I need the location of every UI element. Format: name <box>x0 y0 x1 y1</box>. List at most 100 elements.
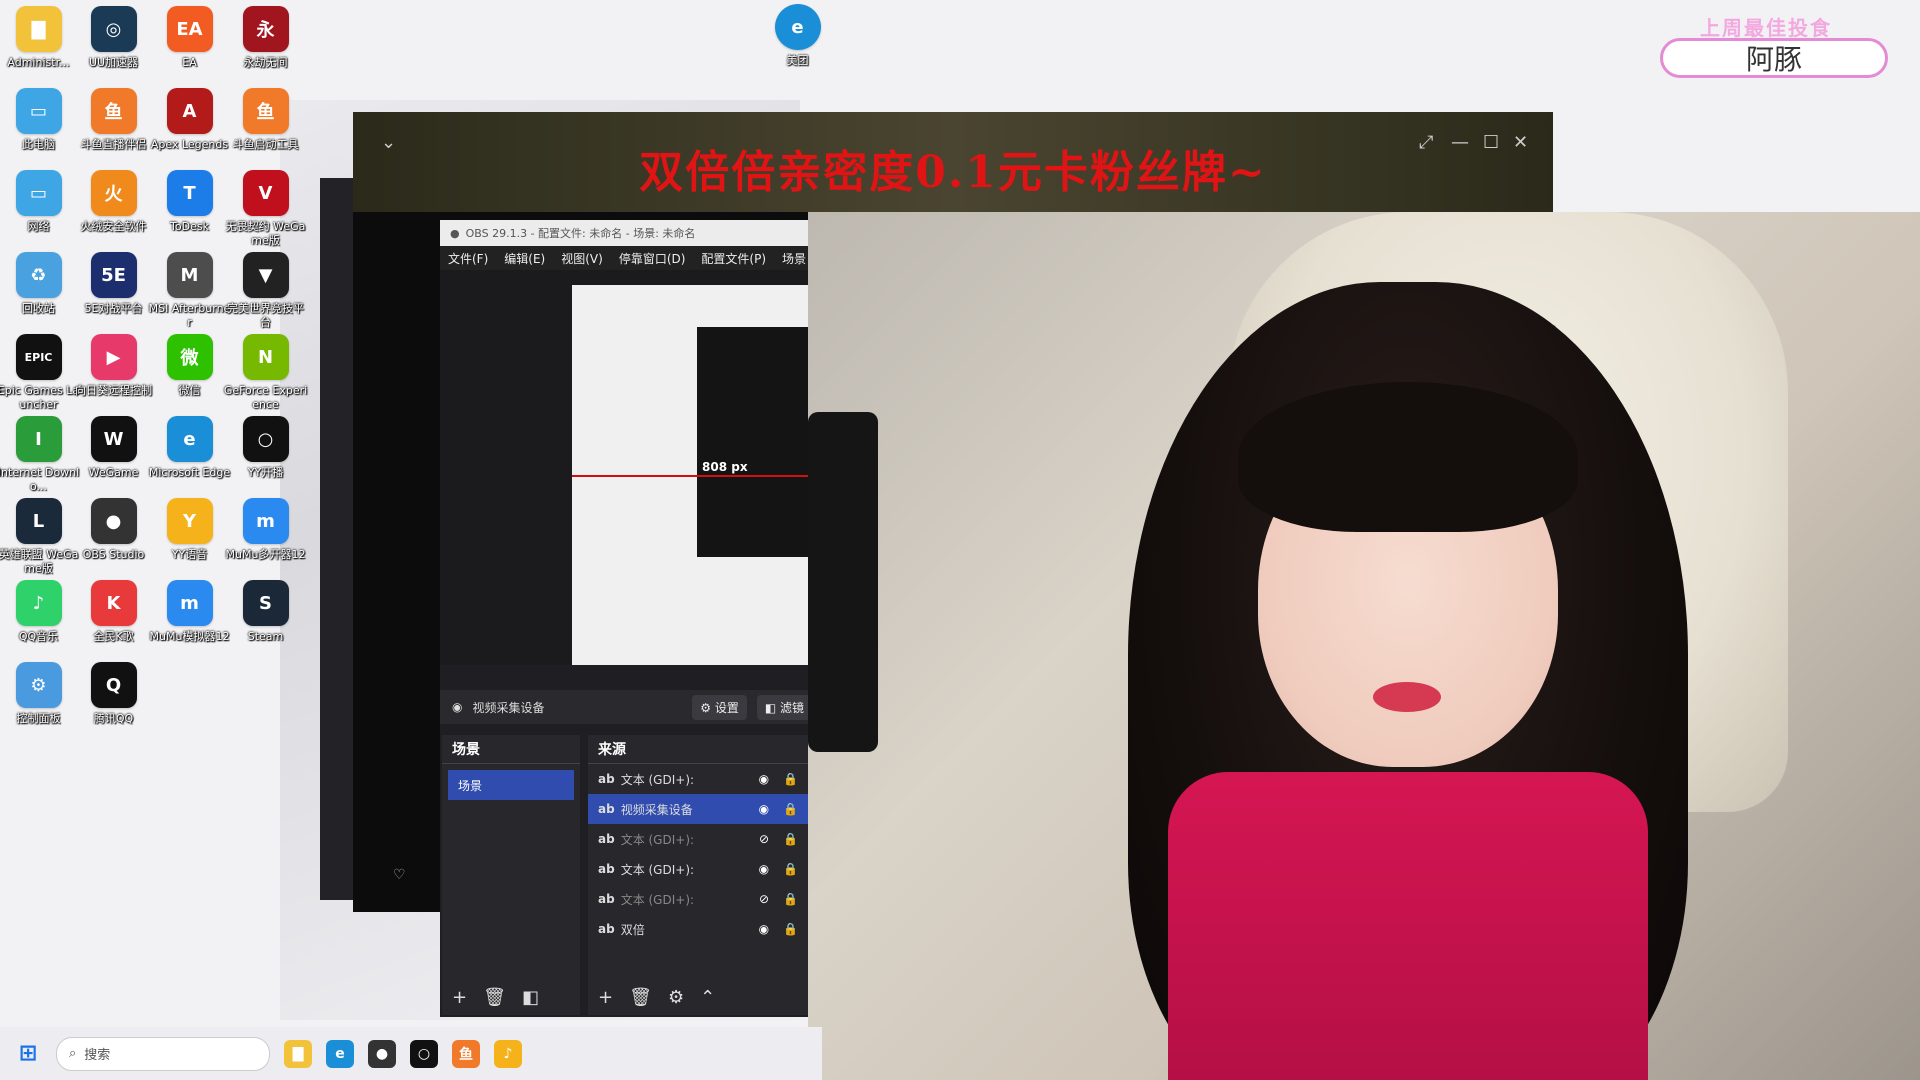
source-row[interactable]: ab 双倍 ◉ 🔒 <box>588 914 808 944</box>
desktop-icon[interactable]: EPIC Epic Games Launcher <box>0 334 79 429</box>
source-row[interactable]: ab 文本 (GDI+): ⊘ 🔒 <box>588 824 808 854</box>
lock-icon[interactable]: 🔒 <box>783 802 798 816</box>
desktop-icon[interactable]: ▭ 网络 <box>1 170 76 265</box>
desktop-icon[interactable]: A Apex Legends <box>151 88 228 183</box>
menu-scene[interactable]: 场景 <box>782 250 806 267</box>
desktop-icon[interactable]: ▼ 完美世界竞技平台 <box>227 252 304 347</box>
close-icon[interactable]: ✕ <box>1513 132 1528 153</box>
desktop-icon[interactable]: ▶ 向日葵远程控制 <box>75 334 152 429</box>
desktop-icon-label: Administr... <box>7 56 70 69</box>
app-icon: 鱼 <box>90 88 137 134</box>
desktop-icon[interactable]: ▇ Administr... <box>1 6 76 101</box>
taskbar-search[interactable]: ⌕ 搜索 <box>56 1036 270 1071</box>
preview-measure: 808 px <box>702 460 748 474</box>
desktop-icon[interactable]: 永永劫无间 <box>228 6 303 101</box>
maximize-icon[interactable]: ☐ <box>1483 132 1499 153</box>
desktop-icon-meituan[interactable]: e 美团 <box>760 4 835 99</box>
menu-docks[interactable]: 停靠窗口(D) <box>619 250 686 267</box>
move-up-button[interactable]: ⌃ <box>700 987 715 1008</box>
delete-source-button[interactable]: 🗑 <box>629 987 652 1008</box>
desktop-icon[interactable]: L 英雄联盟 WeGame版 <box>0 498 78 593</box>
desktop-icon[interactable]: Y YY语音 <box>152 498 227 593</box>
desktop-icon[interactable]: N GeForce Experience <box>224 334 307 429</box>
taskbar-apps: ▇ e ● ○ 鱼 ♪ <box>284 1039 522 1068</box>
windows-start-icon[interactable]: ⊞ <box>14 1040 42 1068</box>
lock-icon[interactable]: 🔒 <box>783 892 798 906</box>
desktop-icon[interactable]: ⚙ 控制面板 <box>1 662 76 757</box>
desktop-icon[interactable]: ▭ 此电脑 <box>1 88 76 183</box>
eye-icon[interactable]: ◉ <box>759 862 769 876</box>
desktop-icon[interactable]: ◎ UU加速器 <box>76 6 151 101</box>
desktop-icon[interactable]: e Microsoft Edge <box>149 416 230 511</box>
taskbar-app-icon[interactable]: ● <box>368 1039 396 1068</box>
desktop-icon[interactable]: 微微信 <box>152 334 227 429</box>
like-icon[interactable]: ♡ <box>393 867 406 883</box>
scene-filters-button[interactable]: ◧ <box>522 987 539 1008</box>
taskbar-app-icon[interactable]: ♪ <box>494 1039 522 1068</box>
source-row[interactable]: ab 文本 (GDI+): ⊘ 🔒 <box>588 884 808 914</box>
menu-profile[interactable]: 配置文件(P) <box>701 250 766 267</box>
settings-button[interactable]: ⚙ 设置 <box>692 694 747 720</box>
desktop-icon[interactable]: I Internet Downlo... <box>0 416 79 511</box>
chevron-down-icon[interactable]: ⌄ <box>381 132 396 153</box>
desktop-icon[interactable]: 鱼斗鱼启动工具 <box>228 88 303 183</box>
eye-icon[interactable]: ◉ <box>759 802 769 816</box>
eye-icon[interactable]: ◉ <box>759 922 769 936</box>
obs-preview[interactable]: 808 px <box>440 270 808 665</box>
desktop-icon[interactable]: ○ YY开播 <box>228 416 303 511</box>
menu-file[interactable]: 文件(F) <box>448 250 488 267</box>
minimize-icon[interactable]: — <box>1451 132 1469 153</box>
desktop-icon[interactable]: S Steam <box>228 580 303 675</box>
source-row[interactable]: ab 文本 (GDI+): ◉ 🔒 <box>588 764 808 794</box>
desktop-icon[interactable]: m MuMu多开器12 <box>226 498 305 593</box>
desktop-icon[interactable]: M MSI Afterburner <box>149 252 230 347</box>
search-icon: ⌕ <box>69 1046 77 1061</box>
preview-guide-line <box>572 475 808 477</box>
taskbar-app-icon[interactable]: 鱼 <box>452 1039 480 1068</box>
desktop-icon[interactable]: 5E 5E对战平台 <box>76 252 151 347</box>
lock-icon[interactable]: 🔒 <box>783 862 798 876</box>
desktop-icon[interactable]: ● OBS Studio <box>76 498 151 593</box>
lock-icon[interactable]: 🔒 <box>783 832 798 846</box>
desktop-icon[interactable]: V 无畏契约 WeGame版 <box>226 170 305 265</box>
desktop-icon[interactable]: 火火绒安全软件 <box>76 170 151 265</box>
app-icon: S <box>242 580 289 626</box>
desktop-icon[interactable]: K 全民K歌 <box>76 580 151 675</box>
desktop: ▇ Administr... ◎ UU加速器 EA EA 永永劫无间 ▭ 此电脑鱼斗鱼直播伴侣 A… <box>0 0 1920 1080</box>
menu-edit[interactable]: 编辑(E) <box>504 250 545 267</box>
add-scene-button[interactable]: + <box>452 987 467 1008</box>
source-row[interactable]: ab 视频采集设备 ◉ 🔒 <box>588 794 808 824</box>
background-side-panel <box>320 178 355 900</box>
source-properties-button[interactable]: ⚙ <box>668 987 684 1008</box>
desktop-icon[interactable]: ♪ QQ音乐 <box>1 580 76 675</box>
lock-icon[interactable]: 🔒 <box>783 922 798 936</box>
scene-item[interactable]: 场景 <box>448 770 574 800</box>
lock-icon[interactable]: 🔒 <box>783 772 798 786</box>
taskbar-app-icon[interactable]: ▇ <box>284 1039 312 1068</box>
desktop-icon[interactable]: ♻ 回收站 <box>1 252 76 347</box>
filters-button[interactable]: ◧ 滤镜 <box>756 694 812 720</box>
eye-off-icon[interactable]: ⊘ <box>759 892 769 906</box>
taskbar-app-icon[interactable]: e <box>326 1039 354 1068</box>
desktop-icon[interactable]: m MuMu模拟器12 <box>150 580 229 675</box>
desktop-icon-label: 永劫无间 <box>243 56 288 69</box>
desktop-icon[interactable]: 鱼斗鱼直播伴侣 <box>76 88 151 183</box>
eye-off-icon[interactable]: ⊘ <box>759 832 769 846</box>
app-icon: 鱼 <box>242 88 289 134</box>
desktop-icon[interactable]: T ToDesk <box>152 170 227 265</box>
taskbar: ⊞ ⌕ 搜索 ▇ e ● ○ 鱼 ♪ <box>0 1027 822 1080</box>
app-icon: ⚙ <box>15 662 62 708</box>
menu-view[interactable]: 视图(V) <box>561 250 603 267</box>
source-row[interactable]: ab 文本 (GDI+): ◉ 🔒 <box>588 854 808 884</box>
taskbar-app-icon[interactable]: ○ <box>410 1039 438 1068</box>
app-icon: ♻ <box>15 252 62 298</box>
desktop-icon-label: 此电脑 <box>22 138 55 151</box>
delete-scene-button[interactable]: 🗑 <box>483 987 506 1008</box>
add-source-button[interactable]: + <box>598 987 613 1008</box>
eye-icon[interactable]: ◉ <box>759 772 769 786</box>
desktop-icon[interactable]: EA EA <box>152 6 227 101</box>
source-name: 文本 (GDI+): <box>620 772 695 787</box>
expand-icon[interactable]: ⤢ <box>1419 132 1433 153</box>
desktop-icon[interactable]: Q 腾讯QQ <box>76 662 151 757</box>
desktop-icon[interactable]: W WeGame <box>76 416 151 511</box>
